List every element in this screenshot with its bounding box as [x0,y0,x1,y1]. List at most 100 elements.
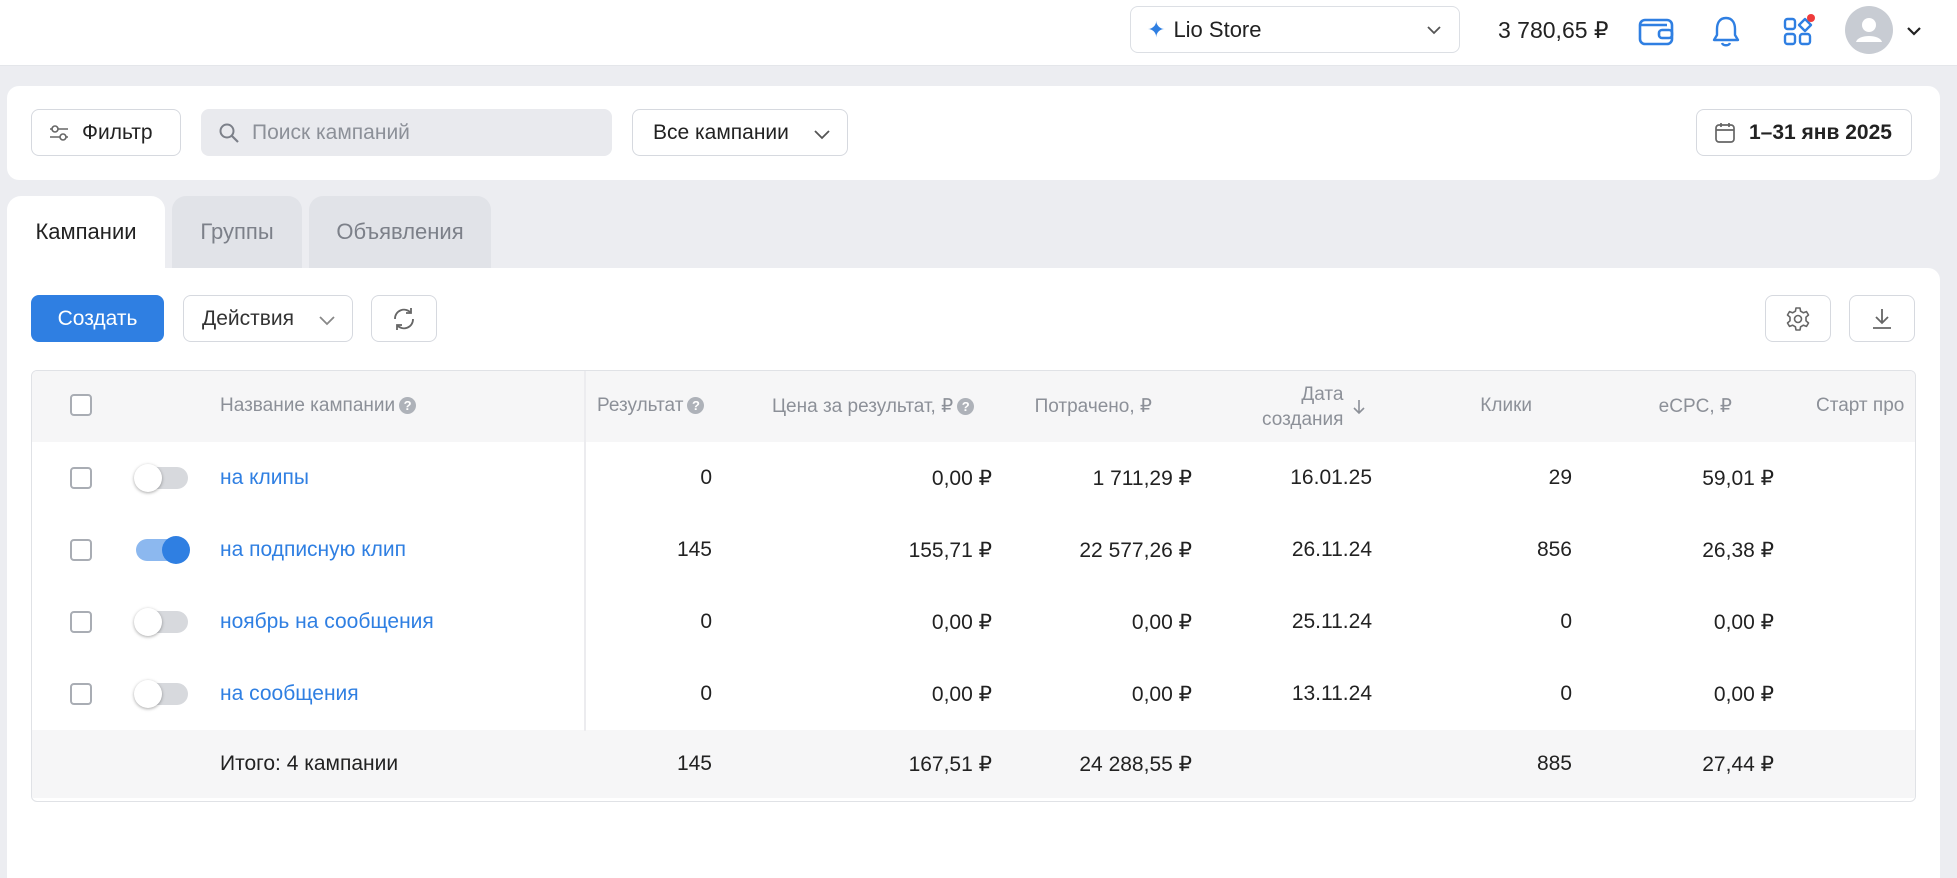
total-label: Итого: 4 кампании [220,752,399,775]
header-start[interactable]: Старт про [1816,395,1904,417]
tab-campaigns[interactable]: Кампании [7,196,165,268]
ecpc-value: 0,00 ₽ [1713,683,1774,706]
all-campaigns-dropdown[interactable]: Все кампании [632,109,848,156]
date-range-button[interactable]: 1–31 янв 2025 [1696,109,1912,156]
spent-value: 0,00 ₽ [1131,683,1192,706]
calendar-icon [1715,122,1735,143]
header-spent[interactable]: Потрачено, ₽ [992,395,1152,418]
top-bar: ✦ Lio Store 3 780,65 ₽ [0,0,1957,66]
download-icon [1873,308,1891,329]
clicks-value: 0 [1560,682,1572,705]
header-ecpc[interactable]: eCPC, ₽ [1612,395,1732,418]
header-name[interactable]: Название кампании? [220,395,417,417]
row-checkbox[interactable] [70,683,92,705]
download-button[interactable] [1849,295,1915,342]
chevron-down-icon [814,130,830,140]
clicks-value: 856 [1536,538,1572,561]
campaign-toggle[interactable] [134,608,188,636]
table-header: Название кампании? Результат? Цена за ре… [32,371,1915,443]
campaign-name-link[interactable]: на подписную клип [220,538,406,562]
campaign-name-link[interactable]: на сообщения [220,682,359,706]
result-value: 0 [700,682,712,705]
result-value: 0 [700,610,712,633]
total-spent: 24 288,55 ₽ [1079,753,1192,776]
notification-dot [1807,14,1815,22]
help-icon[interactable]: ? [687,397,705,414]
settings-button[interactable] [1765,295,1831,342]
created-date-value: 13.11.24 [1291,682,1372,705]
header-result[interactable]: Результат? [597,395,705,417]
apps-grid-icon[interactable] [1781,13,1817,49]
avatar-icon[interactable] [1845,6,1893,54]
campaign-toggle[interactable] [134,464,188,492]
tab-groups[interactable]: Группы [172,196,302,268]
sort-arrow-down-icon [1353,400,1365,415]
row-checkbox[interactable] [70,539,92,561]
create-button[interactable]: Создать [31,295,164,342]
spent-value: 0,00 ₽ [1131,611,1192,634]
row-checkbox[interactable] [70,467,92,489]
search-box[interactable] [201,109,612,156]
campaign-name-link[interactable]: на клипы [220,466,309,490]
ecpc-value: 26,38 ₽ [1702,539,1774,562]
cost-per-result-value: 0,00 ₽ [931,611,992,634]
header-clicks[interactable]: Клики [1432,395,1532,417]
campaign-name-link[interactable]: ноябрь на сообщения [220,610,434,634]
actions-label: Действия [202,306,295,330]
date-range-label: 1–31 янв 2025 [1749,120,1892,144]
filter-label: Фильтр [82,120,153,144]
store-selector[interactable]: ✦ Lio Store [1130,6,1460,53]
table-total-row: Итого: 4 кампании 145 167,51 ₽ 24 288,55… [32,730,1915,798]
created-date-value: 16.01.25 [1290,466,1372,489]
ecpc-value: 59,01 ₽ [1702,467,1774,490]
refresh-button[interactable] [371,295,437,342]
campaign-toggle[interactable] [134,680,188,708]
table-row: на подписную клип 145 155,71 ₽ 22 577,26… [32,514,1915,587]
cost-per-result-value: 155,71 ₽ [908,539,992,562]
total-clicks: 885 [1536,752,1572,775]
chevron-down-icon[interactable] [1905,22,1923,40]
filter-button[interactable]: Фильтр [31,109,181,156]
table-row: на клипы 0 0,00 ₽ 1 711,29 ₽ 16.01.25 29… [32,442,1915,515]
balance: 3 780,65 ₽ [1498,17,1609,43]
spent-value: 22 577,26 ₽ [1079,539,1192,562]
wallet-icon[interactable] [1637,13,1675,49]
row-checkbox[interactable] [70,611,92,633]
campaign-toggle[interactable] [136,536,190,564]
chevron-down-icon [1427,26,1441,35]
result-value: 145 [676,538,712,561]
select-all-checkbox[interactable] [70,394,92,416]
all-campaigns-label: Все кампании [653,120,789,144]
spent-value: 1 711,29 ₽ [1092,467,1192,490]
total-result: 145 [676,752,712,775]
cost-per-result-value: 0,00 ₽ [931,467,992,490]
header-created-date[interactable]: Дата создания [1262,382,1367,432]
search-icon [219,123,239,143]
result-value: 0 [700,466,712,489]
tab-ads[interactable]: Объявления [309,196,491,268]
filter-panel: Фильтр Все кампании 1–31 янв 2025 [7,86,1940,180]
total-cost-per-result: 167,51 ₽ [908,753,992,776]
refresh-icon [394,307,414,330]
campaigns-panel: Создать Действия Название кампании? Резу… [7,268,1940,878]
clicks-value: 0 [1560,610,1572,633]
chevron-down-icon [319,316,335,326]
help-icon[interactable]: ? [399,397,417,414]
actions-dropdown[interactable]: Действия [183,295,353,342]
sparkle-icon: ✦ [1147,16,1166,42]
table-row: ноябрь на сообщения 0 0,00 ₽ 0,00 ₽ 25.1… [32,586,1915,659]
created-date-value: 25.11.24 [1291,610,1372,633]
help-icon[interactable]: ? [957,398,975,415]
gear-icon [1786,306,1810,331]
search-input[interactable] [250,119,594,146]
frozen-column-divider [584,371,586,731]
store-name: Lio Store [1173,16,1262,42]
header-cost-per-result[interactable]: Цена за результат, ₽? [772,395,975,418]
ecpc-value: 0,00 ₽ [1713,611,1774,634]
clicks-value: 29 [1548,466,1572,489]
created-date-value: 26.11.24 [1291,538,1372,561]
total-ecpc: 27,44 ₽ [1702,753,1774,776]
table-row: на сообщения 0 0,00 ₽ 0,00 ₽ 13.11.24 0 … [32,658,1915,731]
bell-icon[interactable] [1709,13,1743,49]
cost-per-result-value: 0,00 ₽ [931,683,992,706]
